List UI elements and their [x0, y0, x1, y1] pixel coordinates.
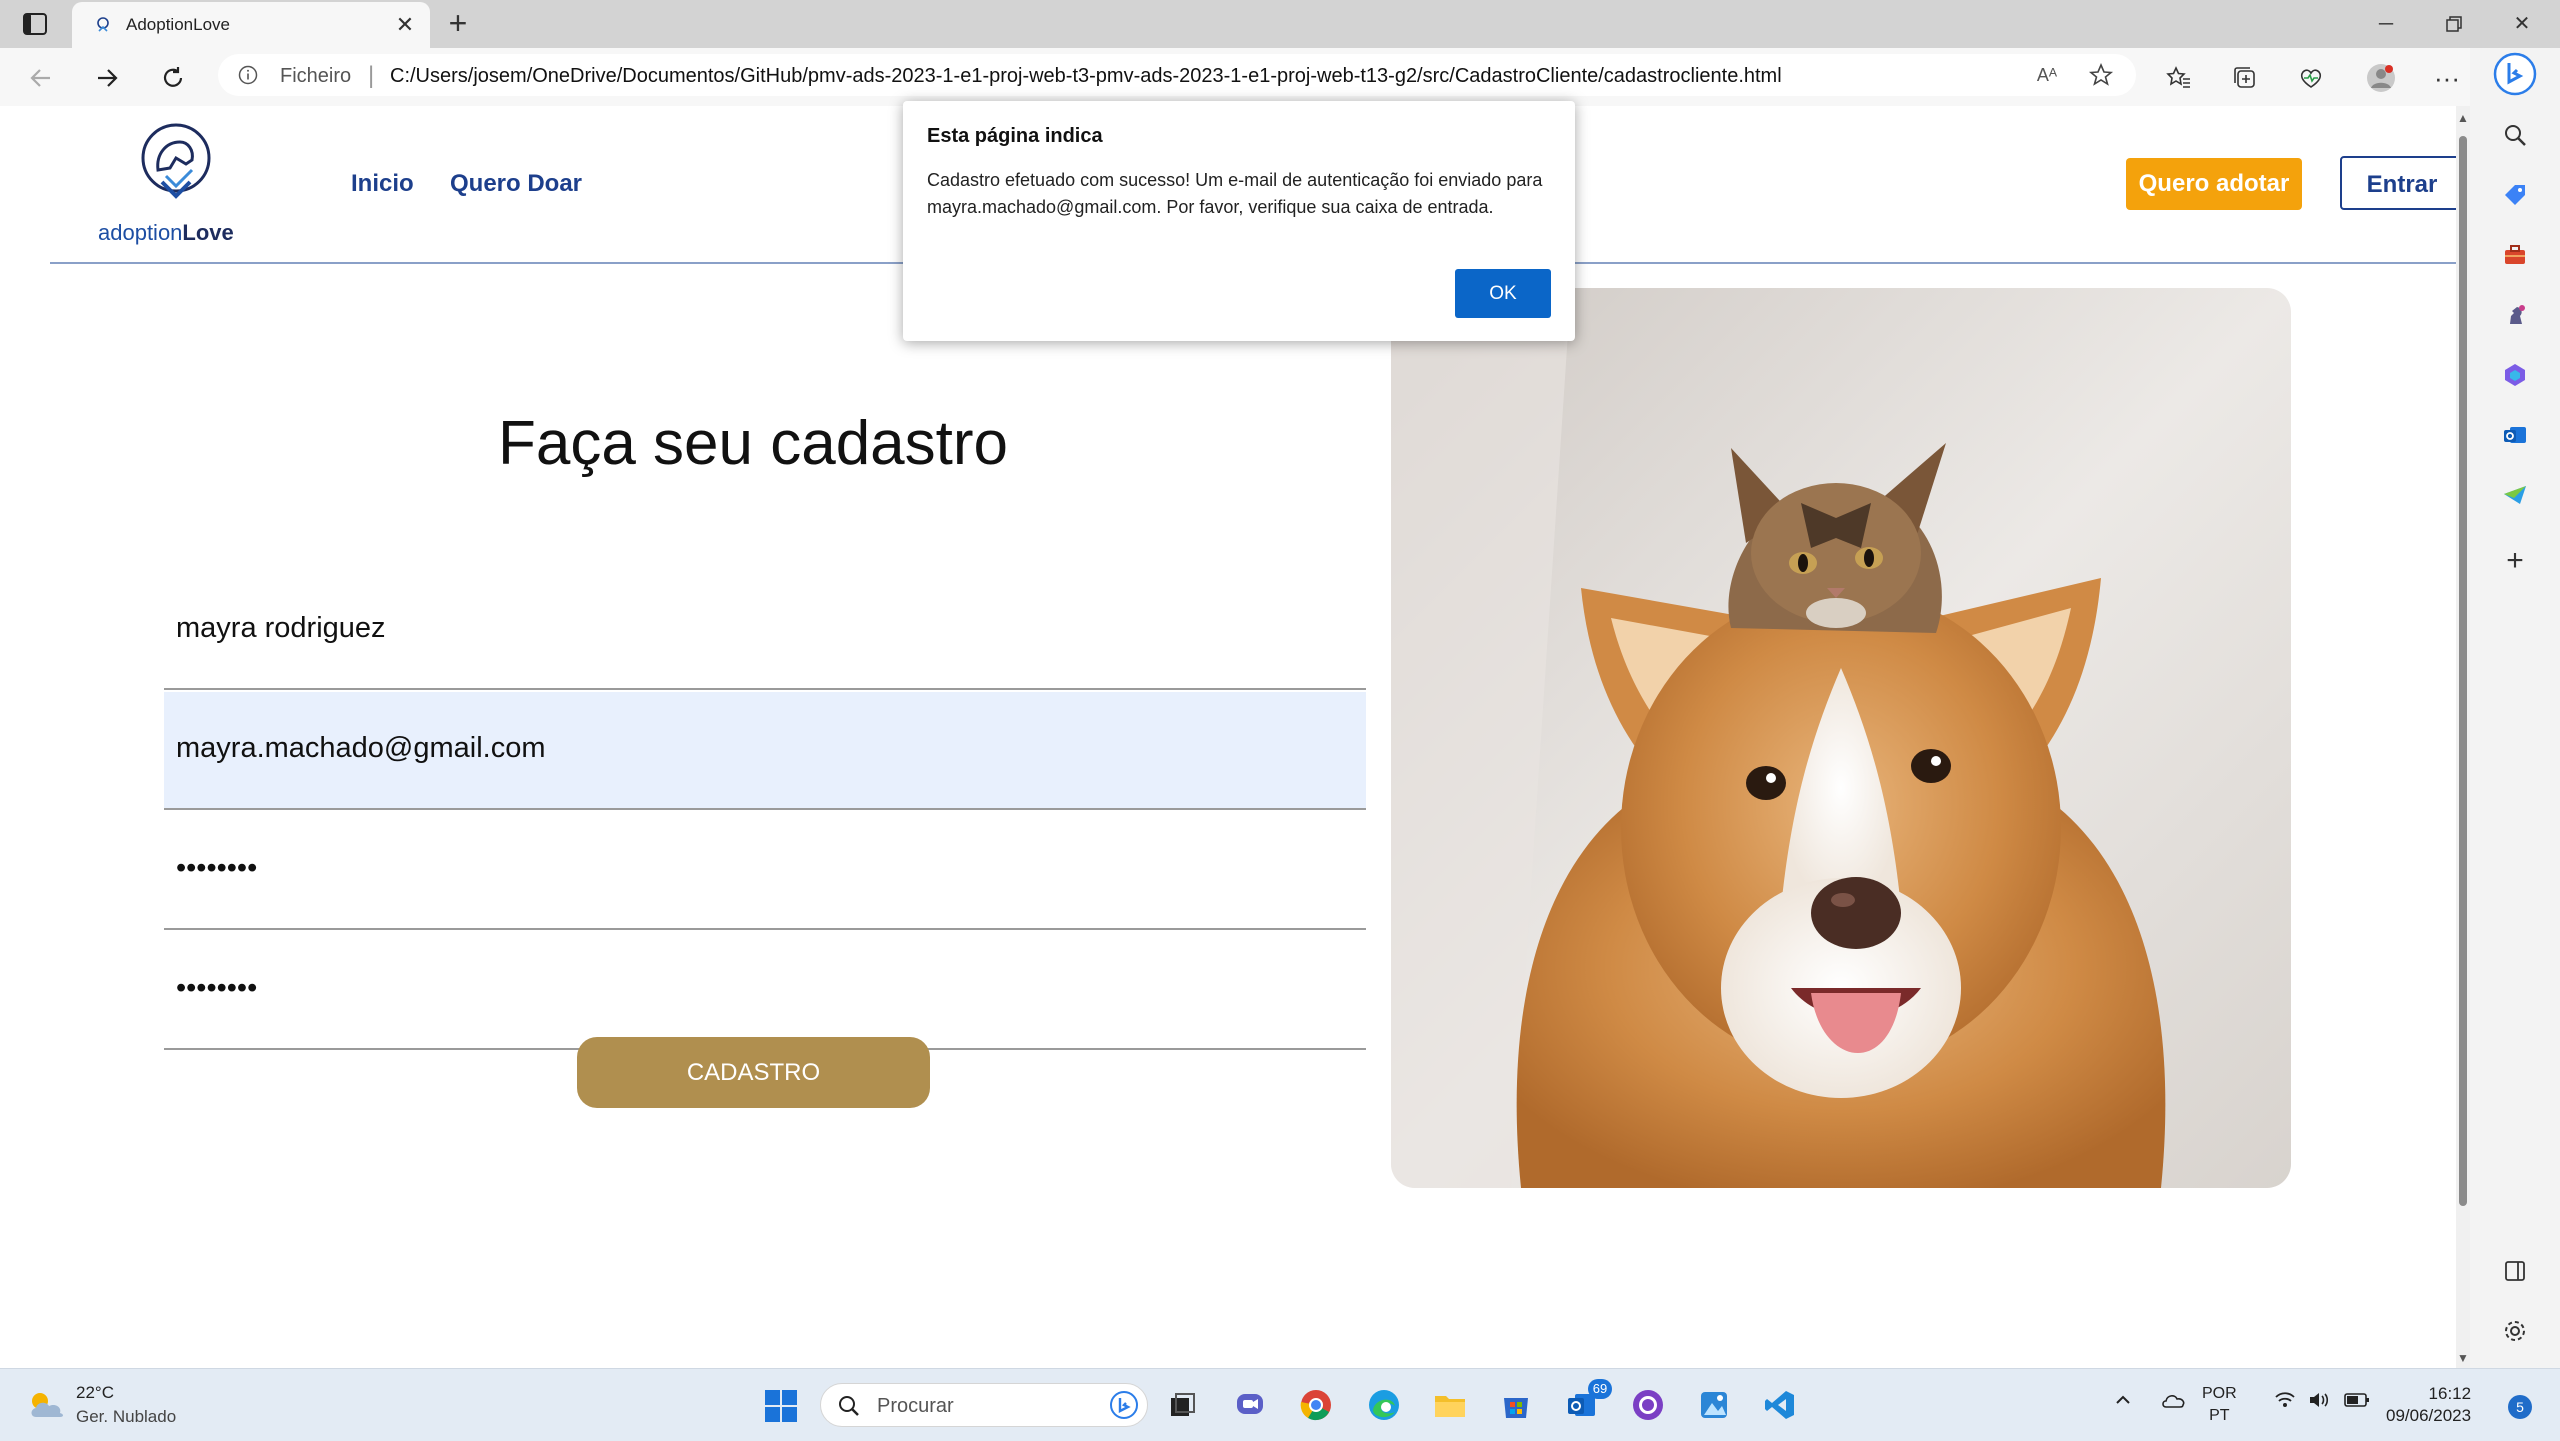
logo-emblem-icon — [141, 123, 211, 199]
task-view-icon[interactable] — [1162, 1385, 1202, 1425]
weather-cloud-icon[interactable] — [26, 1389, 68, 1421]
close-window-icon[interactable]: ✕ — [2500, 8, 2544, 40]
sidebar-settings-icon[interactable] — [2498, 1314, 2532, 1348]
password-field-value: •••••••• — [176, 852, 258, 884]
quero-adotar-button[interactable]: Quero adotar — [2126, 158, 2302, 210]
email-field[interactable]: mayra.machado@gmail.com — [164, 692, 1366, 810]
outlook-unread-badge: 69 — [1588, 1379, 1612, 1399]
alert-dialog: Esta página indica Cadastro efetuado com… — [903, 101, 1575, 341]
system-clock[interactable]: 16:12 09/06/2023 — [2386, 1383, 2471, 1427]
profile-avatar[interactable] — [2364, 61, 2398, 95]
restore-icon[interactable] — [2432, 8, 2476, 40]
chrome-icon[interactable] — [1296, 1385, 1336, 1425]
dialog-ok-button[interactable]: OK — [1455, 269, 1551, 318]
logo-wordmark: adoptionLove — [98, 220, 234, 245]
collections-icon[interactable] — [2228, 61, 2262, 95]
browser-essentials-icon[interactable] — [2294, 61, 2328, 95]
windows-taskbar: 22°C Ger. Nublado Procurar 69 POR PT 16:… — [0, 1368, 2560, 1441]
dog-and-cat-illustration — [1391, 288, 2291, 1188]
volume-icon[interactable] — [2308, 1391, 2330, 1414]
new-tab-icon[interactable]: + — [442, 7, 474, 40]
nav-link-inicio[interactable]: Inicio — [351, 170, 414, 198]
browser-tab[interactable]: AdoptionLove ✕ — [72, 2, 430, 48]
dog-and-cat-photo — [1391, 288, 2291, 1188]
outlook-icon[interactable] — [2498, 418, 2532, 452]
address-separator: | — [368, 62, 375, 89]
scroll-up-icon[interactable]: ▲ — [2457, 112, 2469, 124]
email-field-value: mayra.machado@gmail.com — [176, 732, 546, 764]
password-field[interactable]: •••••••• — [164, 812, 1366, 930]
nav-link-quero-doar[interactable]: Quero Doar — [450, 170, 582, 198]
battery-icon[interactable] — [2344, 1391, 2370, 1414]
search-icon — [837, 1394, 861, 1418]
site-info-icon[interactable] — [238, 65, 258, 85]
favorites-icon[interactable] — [2162, 61, 2196, 95]
scroll-thumb[interactable] — [2459, 136, 2467, 1206]
more-options-icon[interactable]: ··· — [2430, 61, 2464, 95]
dialog-message: Cadastro efetuado com sucesso! Um e-mail… — [927, 170, 1543, 217]
favorite-star-icon[interactable] — [2084, 58, 2118, 92]
tab-actions-icon[interactable] — [22, 12, 48, 36]
forward-icon[interactable] — [90, 61, 124, 95]
address-scheme-label: Ficheiro — [280, 65, 352, 87]
show-hidden-icons-icon[interactable] — [2114, 1391, 2132, 1414]
windows-start-icon[interactable] — [764, 1389, 798, 1423]
url-text[interactable]: C:/Users/josem/OneDrive/Documentos/GitHu… — [390, 65, 1782, 88]
edge-icon[interactable] — [1364, 1385, 1404, 1425]
weather-temperature[interactable]: 22°C — [76, 1383, 114, 1403]
send-drop-icon[interactable] — [2498, 478, 2532, 512]
address-bar[interactable]: Ficheiro | C:/Users/josem/OneDrive/Docum… — [218, 54, 2136, 96]
onedrive-cloud-icon[interactable] — [2160, 1391, 2186, 1414]
browser-tab-bar: AdoptionLove ✕ + ─ ✕ — [0, 0, 2560, 48]
photos-app-icon[interactable] — [1694, 1385, 1734, 1425]
page-scrollbar[interactable]: ▲ ▼ — [2456, 106, 2470, 1368]
weather-description[interactable]: Ger. Nublado — [76, 1407, 176, 1427]
name-field[interactable]: mayra rodriguez — [164, 572, 1366, 690]
scroll-down-icon[interactable]: ▼ — [2457, 1352, 2469, 1364]
site-favicon-icon — [94, 16, 112, 34]
entrar-button[interactable]: Entrar — [2340, 156, 2456, 210]
read-aloud-icon[interactable]: Aᴬ — [2030, 58, 2064, 92]
minimize-icon[interactable]: ─ — [2364, 8, 2408, 40]
tools-briefcase-icon[interactable] — [2498, 238, 2532, 272]
bing-copilot-icon[interactable] — [2493, 52, 2537, 96]
shopping-tag-icon[interactable] — [2498, 178, 2532, 212]
hide-sidebar-icon[interactable] — [2498, 1254, 2532, 1288]
close-tab-icon[interactable]: ✕ — [392, 12, 418, 38]
edge-sidebar: + — [2470, 48, 2560, 1368]
language-indicator[interactable]: POR PT — [2202, 1383, 2237, 1427]
search-sidebar-icon[interactable] — [2498, 118, 2532, 152]
cadastro-submit-button[interactable]: CADASTRO — [577, 1037, 930, 1108]
confirm-password-field-value: •••••••• — [176, 972, 258, 1004]
search-placeholder: Procurar — [877, 1395, 954, 1417]
games-chess-icon[interactable] — [2498, 298, 2532, 332]
name-field-value: mayra rodriguez — [176, 612, 386, 644]
add-sidebar-app-icon[interactable]: + — [2498, 544, 2532, 578]
dialog-title: Esta página indica — [927, 125, 1103, 147]
back-icon[interactable] — [24, 61, 58, 95]
refresh-icon[interactable] — [156, 61, 190, 95]
notification-count-badge[interactable]: 5 — [2508, 1395, 2532, 1419]
github-desktop-icon[interactable] — [1628, 1385, 1668, 1425]
site-logo[interactable]: adoptionLove — [96, 120, 256, 250]
page-title: Faça seu cadastro — [497, 409, 1009, 478]
outlook-taskbar-icon[interactable]: 69 — [1562, 1379, 1612, 1425]
wifi-icon[interactable] — [2274, 1391, 2296, 1414]
tab-title: AdoptionLove — [126, 15, 230, 34]
teams-chat-icon[interactable] — [1230, 1385, 1270, 1425]
confirm-password-field[interactable]: •••••••• — [164, 932, 1366, 1050]
bing-search-icon[interactable] — [1109, 1390, 1139, 1420]
browser-toolbar: Ficheiro | C:/Users/josem/OneDrive/Docum… — [0, 48, 2560, 106]
taskbar-search-input[interactable]: Procurar — [820, 1383, 1148, 1427]
microsoft-365-icon[interactable] — [2498, 358, 2532, 392]
vscode-icon[interactable] — [1760, 1385, 1800, 1425]
microsoft-store-icon[interactable] — [1496, 1385, 1536, 1425]
file-explorer-icon[interactable] — [1430, 1385, 1470, 1425]
